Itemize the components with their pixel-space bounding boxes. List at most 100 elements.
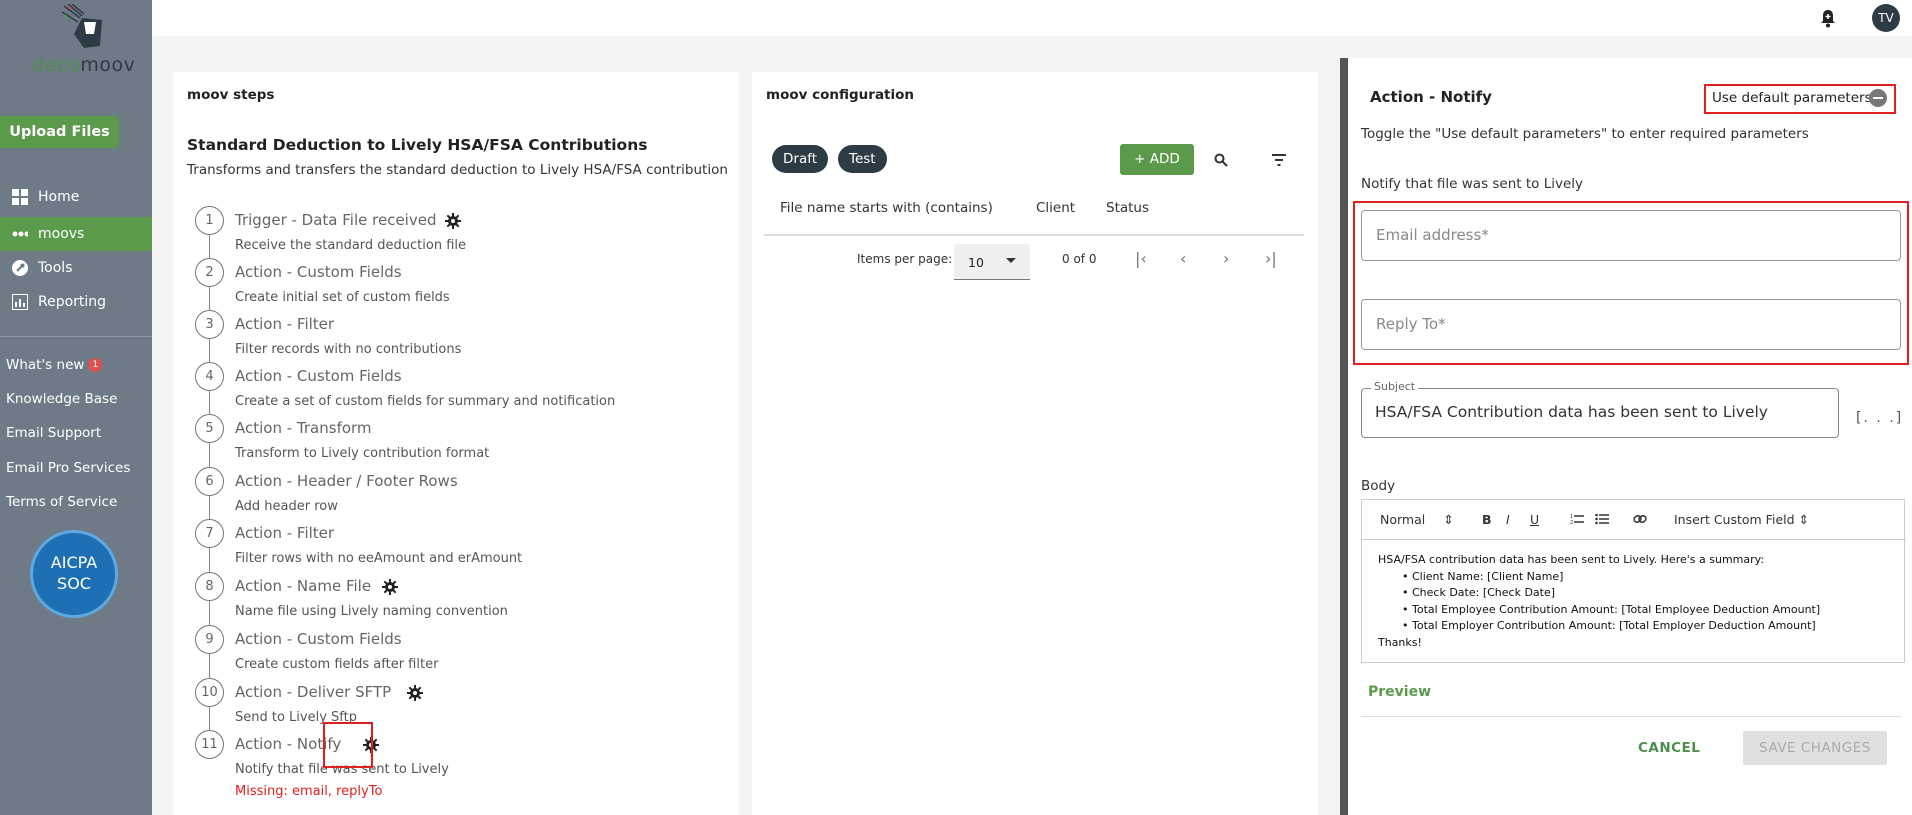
subject-field[interactable]: HSA/FSA Contribution data has been sent … — [1361, 388, 1839, 438]
section-heading: Notify that file was sent to Lively — [1361, 176, 1584, 192]
upload-files-button[interactable]: Upload Files — [0, 116, 119, 148]
moov-description: Transforms and transfers the standard de… — [187, 162, 728, 178]
knowledge-base-link[interactable]: Knowledge Base — [6, 391, 117, 407]
step-number: 11 — [195, 730, 224, 759]
column-header-status[interactable]: Status — [1106, 200, 1149, 216]
top-bar — [152, 0, 1912, 36]
user-avatar[interactable]: TV — [1872, 4, 1900, 32]
nav-label: Home — [38, 189, 80, 205]
list-item: Total Employer Contribution Amount: [Tot… — [1378, 618, 1820, 635]
preview-link[interactable]: Preview — [1368, 684, 1431, 700]
settings-gear-icon[interactable] — [445, 213, 461, 229]
step-name: Action - Custom Fields — [235, 630, 402, 648]
nav-label: Reporting — [38, 294, 107, 310]
nav-item-home[interactable]: Home — [0, 180, 152, 214]
step-number: 5 — [195, 414, 224, 443]
panel-title: moov configuration — [766, 87, 915, 103]
terms-of-service-link[interactable]: Terms of Service — [6, 494, 117, 510]
email-pro-services-link[interactable]: Email Pro Services — [6, 460, 130, 476]
highlight-notify-gear — [323, 722, 373, 768]
list-item: Total Employee Contribution Amount: [Tot… — [1378, 602, 1820, 619]
action-title: Action - Notify — [1370, 88, 1492, 106]
insert-field-more-button[interactable]: [. . .] — [1856, 410, 1903, 426]
bullet-list-icon[interactable] — [1595, 513, 1609, 525]
ordered-list-icon[interactable]: 12 — [1570, 513, 1584, 525]
step-number: 3 — [195, 310, 224, 339]
chip-test[interactable]: Test — [838, 145, 887, 173]
sidebar-divider — [0, 336, 152, 337]
column-header-client[interactable]: Client — [1036, 200, 1075, 216]
settings-gear-icon[interactable] — [407, 685, 423, 701]
format-select[interactable]: Normal ⇕ — [1380, 512, 1454, 527]
editor-content[interactable]: HSA/FSA contribution data has been sent … — [1378, 552, 1820, 651]
nav-label: Tools — [38, 260, 73, 276]
step-description: Transform to Lively contribution format — [235, 446, 490, 461]
step-number: 8 — [195, 572, 224, 601]
chip-draft[interactable]: Draft — [772, 145, 829, 173]
sidebar: decomoov Upload Files Home moovs Tools R… — [0, 0, 152, 815]
step-description: Create custom fields after filter — [235, 657, 439, 672]
toggle-hint: Toggle the "Use default parameters" to e… — [1361, 126, 1809, 142]
column-header-filename[interactable]: File name starts with (contains) — [780, 200, 993, 216]
underline-button[interactable]: U — [1530, 512, 1539, 527]
search-icon[interactable] — [1214, 153, 1228, 167]
email-support-link[interactable]: Email Support — [6, 425, 101, 441]
step-name: Action - Custom Fields — [235, 367, 402, 385]
aicpa-soc-badge: AICPA SOC — [30, 530, 118, 618]
italic-button[interactable]: I — [1506, 512, 1510, 527]
nav-label: moovs — [38, 226, 85, 242]
body-rich-text-editor[interactable]: Normal ⇕ B I U 12 Insert Custom Field ⇕ … — [1361, 499, 1906, 663]
whats-new-link[interactable]: What's new 1 — [6, 357, 103, 373]
nav-item-tools[interactable]: Tools — [0, 251, 152, 285]
svg-text:2: 2 — [1570, 520, 1573, 525]
previous-page-icon[interactable]: ‹ — [1180, 249, 1186, 268]
items-per-page-label: Items per page: — [857, 252, 953, 266]
moovs-dots-icon — [12, 226, 28, 242]
step-description: Create a set of custom fields for summar… — [235, 394, 616, 409]
moov-title: Standard Deduction to Lively HSA/FSA Con… — [187, 136, 648, 154]
step-description: Filter rows with no eeAmount and erAmoun… — [235, 551, 523, 566]
step-number: 6 — [195, 467, 224, 496]
step-number: 7 — [195, 519, 224, 548]
step-description: Filter records with no contributions — [235, 342, 462, 357]
save-changes-button[interactable]: SAVE CHANGES — [1743, 731, 1887, 765]
missing-params-warning: Missing: email, replyTo — [235, 784, 383, 799]
notification-bell-icon[interactable] — [1818, 8, 1838, 28]
settings-gear-icon[interactable] — [382, 579, 398, 595]
first-page-icon[interactable]: |‹ — [1135, 249, 1147, 268]
page-range: 0 of 0 — [1062, 252, 1097, 266]
moov-configuration-panel: moov configuration Draft Test + ADD File… — [752, 72, 1318, 815]
next-page-icon[interactable]: › — [1223, 249, 1229, 268]
moov-steps-panel: moov steps Standard Deduction to Lively … — [173, 72, 739, 815]
last-page-icon[interactable]: ›| — [1265, 249, 1277, 268]
step-name: Action - Filter — [235, 524, 335, 542]
step-name: Action - Transform — [235, 419, 372, 437]
step-number: 9 — [195, 625, 224, 654]
step-name: Action - Filter — [235, 315, 335, 333]
app-logo[interactable]: decomoov — [20, 0, 135, 80]
list-item: Check Date: [Check Date] — [1378, 585, 1820, 602]
subject-label: Subject — [1371, 380, 1419, 393]
reply-to-field[interactable]: Reply To* — [1361, 299, 1901, 350]
logo-mark-icon — [62, 4, 102, 48]
footer-divider — [1361, 716, 1901, 717]
cancel-button[interactable]: CANCEL — [1638, 740, 1700, 756]
link-icon[interactable] — [1633, 513, 1647, 525]
table-header-divider — [764, 234, 1304, 236]
body-intro: HSA/FSA contribution data has been sent … — [1378, 553, 1765, 566]
filter-icon[interactable] — [1272, 154, 1286, 166]
home-grid-icon — [12, 189, 28, 205]
bold-button[interactable]: B — [1482, 512, 1492, 527]
notification-badge: 1 — [88, 358, 103, 372]
step-number: 1 — [195, 206, 224, 235]
nav-item-reporting[interactable]: Reporting — [0, 285, 152, 319]
chart-icon — [12, 294, 28, 310]
items-per-page-select[interactable]: 10 — [954, 244, 1030, 280]
wrench-icon — [12, 260, 28, 276]
dropdown-arrow-icon — [1006, 258, 1016, 263]
email-address-field[interactable]: Email address* — [1361, 210, 1901, 261]
body-label: Body — [1361, 478, 1396, 494]
insert-custom-field-select[interactable]: Insert Custom Field ⇕ — [1674, 512, 1809, 527]
add-button[interactable]: + ADD — [1120, 144, 1194, 175]
nav-item-moovs[interactable]: moovs — [0, 217, 152, 251]
